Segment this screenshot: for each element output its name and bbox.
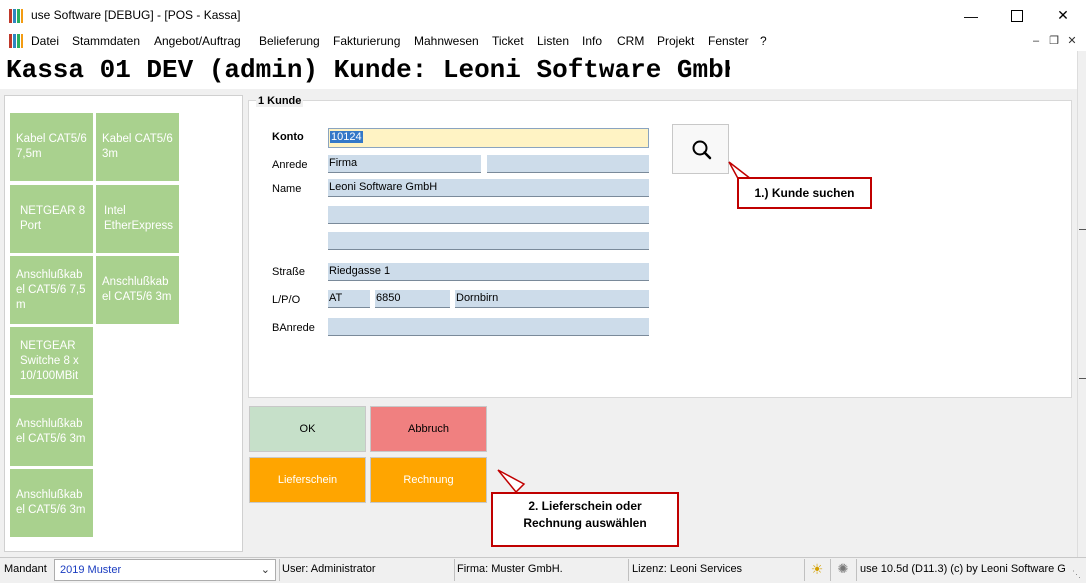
- name1-input[interactable]: Leoni Software GmbH: [328, 179, 649, 197]
- product-tile[interactable]: Anschlußkabel CAT5/6 3m: [10, 398, 93, 466]
- scrollbar-thumb[interactable]: [1079, 229, 1086, 379]
- anrede-label: Anrede: [272, 159, 308, 171]
- menu-item-listen[interactable]: Listen: [537, 34, 569, 48]
- name-label: Name: [272, 183, 302, 195]
- callout-kunde-suchen: 1.) Kunde suchen: [737, 177, 872, 209]
- ok-button[interactable]: OK: [249, 406, 366, 452]
- menu-item-help[interactable]: ?: [760, 34, 767, 48]
- product-tile-panel: Kabel CAT5/6 7,5m Kabel CAT5/6 3m NETGEA…: [4, 95, 243, 552]
- banrede-input[interactable]: [328, 318, 649, 336]
- mdi-app-icon[interactable]: [8, 33, 24, 49]
- product-tile[interactable]: NETGEAR 8 Port: [10, 185, 93, 253]
- mandant-value: 2019 Muster: [60, 564, 122, 576]
- name2-input[interactable]: [328, 206, 649, 224]
- menu-bar: Datei Stammdaten Angebot/Auftrag Belieferun…: [0, 31, 1086, 51]
- app-icon: [8, 8, 24, 24]
- menu-item-fakturierung[interactable]: Fakturierung: [333, 34, 400, 48]
- menu-item-crm[interactable]: CRM: [617, 34, 644, 48]
- mdi-restore-icon[interactable]: ❐: [1046, 33, 1062, 49]
- strasse-label: Straße: [272, 266, 306, 278]
- konto-input[interactable]: 10124: [328, 128, 649, 148]
- konto-value: 10124: [330, 131, 363, 143]
- chevron-down-icon: ⌄: [260, 564, 270, 576]
- anrede2-input[interactable]: [487, 155, 649, 173]
- land-input[interactable]: AT: [328, 290, 370, 308]
- customer-search-button[interactable]: [672, 124, 729, 174]
- menu-item-projekt[interactable]: Projekt: [657, 34, 694, 48]
- menu-item-mahnwesen[interactable]: Mahnwesen: [414, 34, 479, 48]
- menu-item-datei[interactable]: Datei: [31, 34, 59, 48]
- menu-item-belieferung[interactable]: Belieferung: [259, 34, 320, 48]
- rechnung-button[interactable]: Rechnung: [370, 457, 487, 503]
- anrede-input[interactable]: Firma: [328, 155, 481, 173]
- search-icon: [692, 140, 712, 160]
- menu-item-ticket[interactable]: Ticket: [492, 34, 524, 48]
- vertical-scrollbar[interactable]: [1077, 51, 1086, 557]
- menu-item-info[interactable]: Info: [582, 34, 602, 48]
- product-tile[interactable]: Anschlußkabel CAT5/6 3m: [10, 469, 93, 537]
- status-firma: Firma: Muster GmbH.: [457, 563, 563, 575]
- product-tile[interactable]: NETGEAR Switche 8 x 10/100MBit: [10, 327, 93, 395]
- product-tile[interactable]: Intel EtherExpress: [96, 185, 179, 253]
- close-button[interactable]: ✕: [1040, 0, 1086, 31]
- lieferschein-button[interactable]: Lieferschein: [249, 457, 366, 503]
- minimize-icon: —: [964, 7, 978, 24]
- plz-input[interactable]: 6850: [375, 290, 450, 308]
- name3-input[interactable]: [328, 232, 649, 250]
- mdi-close-icon[interactable]: ✕: [1064, 33, 1080, 49]
- mdi-minimize-icon[interactable]: –: [1028, 33, 1044, 49]
- page-title: Kassa 01 DEV (admin) Kunde: Leoni Softwa…: [6, 55, 730, 85]
- product-tile[interactable]: Anschlußkabel CAT5/6 7,5m: [10, 256, 93, 324]
- menu-item-angebot-auftrag[interactable]: Angebot/Auftrag: [154, 34, 241, 48]
- customer-group-title: 1 Kunde: [256, 95, 304, 107]
- mandant-select[interactable]: 2019 Muster ⌄: [54, 559, 276, 581]
- banrede-label: BAnrede: [272, 322, 315, 334]
- resize-grip-icon[interactable]: ⋱: [1072, 569, 1081, 580]
- lpo-label: L/P/O: [272, 294, 301, 306]
- product-tile[interactable]: Kabel CAT5/6 3m: [96, 113, 179, 181]
- status-version: use 10.5d (D11.3) (c) by Leoni Software …: [860, 563, 1066, 575]
- strasse-input[interactable]: Riedgasse 1: [328, 263, 649, 281]
- product-tile[interactable]: Kabel CAT5/6 7,5m: [10, 113, 93, 181]
- product-tile[interactable]: Anschlußkabel CAT5/6 3m: [96, 256, 179, 324]
- status-lizenz: Lizenz: Leoni Services: [632, 563, 743, 575]
- callout-lieferschein-rechnung: 2. Lieferschein oder Rechnung auswählen: [491, 492, 679, 547]
- maximize-icon: [1011, 9, 1023, 22]
- konto-label: Konto: [272, 131, 304, 143]
- status-user: User: Administrator: [282, 563, 376, 575]
- ort-input[interactable]: Dornbirn: [455, 290, 649, 308]
- close-icon: ✕: [1057, 7, 1069, 23]
- menu-item-fenster[interactable]: Fenster: [708, 34, 749, 48]
- sync-icon[interactable]: ✺: [834, 561, 852, 579]
- mandant-label: Mandant: [4, 563, 47, 575]
- window-title: use Software [DEBUG] - [POS - Kassa]: [31, 8, 241, 22]
- minimize-button[interactable]: —: [948, 0, 994, 31]
- maximize-button[interactable]: [994, 0, 1040, 31]
- sun-icon[interactable]: ☀: [808, 561, 826, 579]
- menu-item-stammdaten[interactable]: Stammdaten: [72, 34, 140, 48]
- abbruch-button[interactable]: Abbruch: [370, 406, 487, 452]
